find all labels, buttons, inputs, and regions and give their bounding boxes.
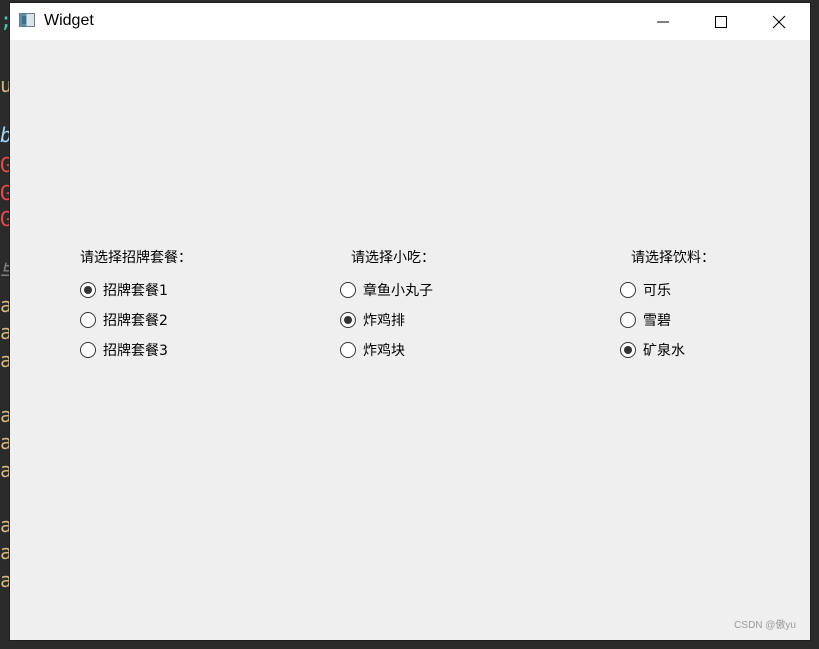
drink-group-label: 请选择饮料：	[631, 250, 715, 266]
radio-drink-cola[interactable]: 可乐	[620, 280, 671, 300]
radio-snack-chicken-cutlet[interactable]: 炸鸡排	[340, 310, 405, 330]
maximize-icon	[715, 16, 727, 28]
snack-group-label: 请选择小吃：	[351, 250, 435, 266]
radio-indicator	[340, 282, 356, 298]
radio-indicator	[80, 282, 96, 298]
radio-label: 炸鸡块	[363, 343, 405, 359]
radio-label: 矿泉水	[643, 343, 685, 359]
radio-label: 炸鸡排	[363, 313, 405, 329]
radio-indicator	[340, 312, 356, 328]
radio-label: 招牌套餐2	[103, 313, 168, 329]
radio-set-meal-2[interactable]: 招牌套餐2	[80, 310, 168, 330]
maximize-button[interactable]	[692, 3, 750, 40]
radio-set-meal-1[interactable]: 招牌套餐1	[80, 280, 168, 300]
radio-indicator	[620, 312, 636, 328]
close-button[interactable]	[750, 3, 808, 40]
radio-snack-octopus-balls[interactable]: 章鱼小丸子	[340, 280, 433, 300]
radio-indicator	[340, 342, 356, 358]
radio-label: 可乐	[643, 283, 671, 299]
radio-drink-mineral-water[interactable]: 矿泉水	[620, 340, 685, 360]
watermark: CSDN @傲yu	[734, 620, 796, 631]
radio-drink-sprite[interactable]: 雪碧	[620, 310, 671, 330]
radio-indicator	[620, 282, 636, 298]
radio-snack-chicken-nuggets[interactable]: 炸鸡块	[340, 340, 405, 360]
title-bar[interactable]: Widget	[10, 3, 810, 40]
minimize-icon	[657, 21, 669, 23]
set-meal-group-label: 请选择招牌套餐：	[80, 250, 192, 266]
radio-set-meal-3[interactable]: 招牌套餐3	[80, 340, 168, 360]
radio-indicator	[620, 342, 636, 358]
radio-label: 雪碧	[643, 313, 671, 329]
radio-label: 章鱼小丸子	[363, 283, 433, 299]
widget-window: Widget 请选择招牌套餐： 招牌套餐1 招牌套餐2 招牌套餐3 请选择小吃：…	[10, 3, 810, 640]
app-window-icon	[19, 13, 35, 27]
radio-indicator	[80, 312, 96, 328]
client-area: 请选择招牌套餐： 招牌套餐1 招牌套餐2 招牌套餐3 请选择小吃： 章鱼小丸子	[10, 40, 810, 640]
close-icon	[772, 15, 786, 29]
radio-label: 招牌套餐3	[103, 343, 168, 359]
minimize-button[interactable]	[634, 3, 692, 40]
window-title: Widget	[44, 12, 94, 29]
radio-indicator	[80, 342, 96, 358]
screen: ; u b G G G 与 a a a a a a a a a Widget	[0, 0, 819, 649]
radio-label: 招牌套餐1	[103, 283, 168, 299]
